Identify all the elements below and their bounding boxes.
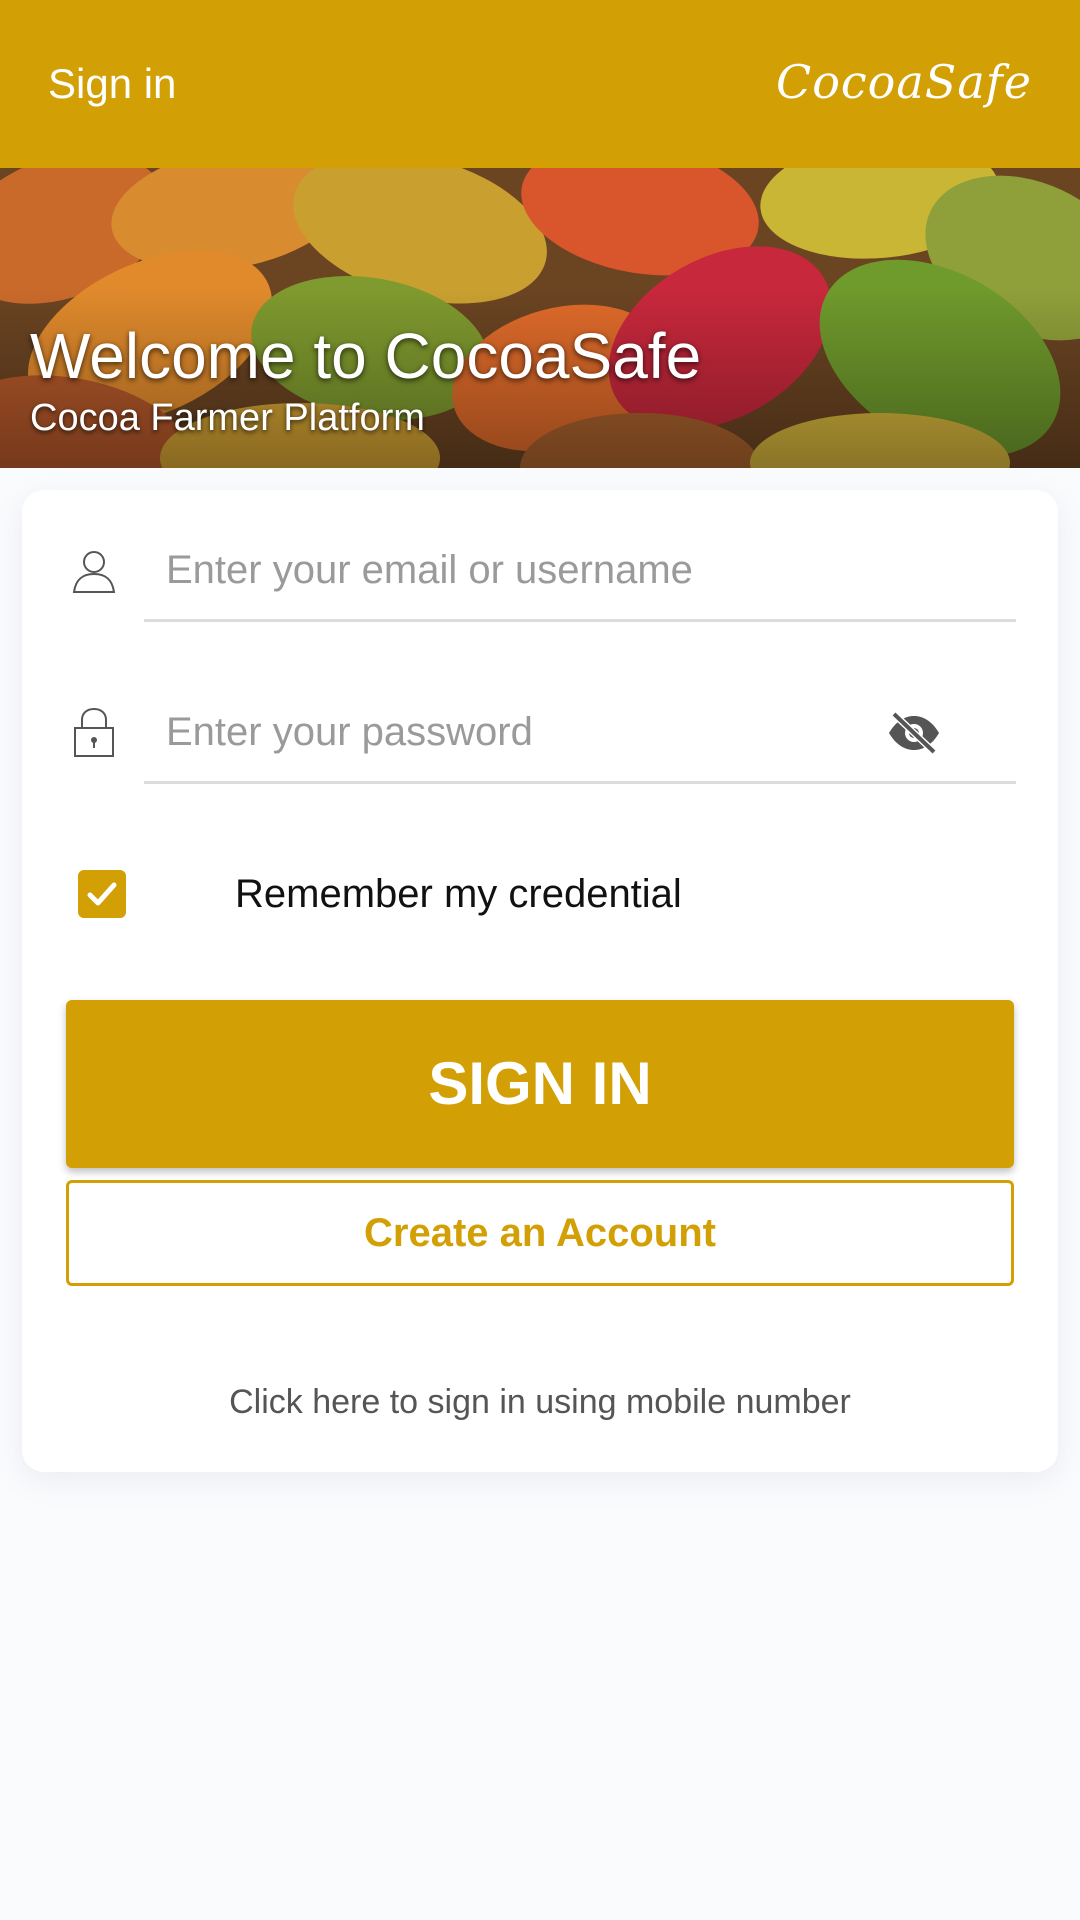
checkmark-icon — [87, 882, 117, 906]
login-card: Enter your email or username Enter your … — [22, 490, 1058, 1472]
sign-in-button[interactable]: SIGN IN — [66, 1000, 1014, 1168]
mobile-sign-in-link[interactable]: Click here to sign in using mobile numbe… — [22, 1380, 1058, 1424]
platform-subtitle: Cocoa Farmer Platform — [30, 397, 425, 439]
password-placeholder: Enter your password — [166, 710, 533, 754]
welcome-heading: Welcome to CocoaSafe — [30, 320, 702, 392]
username-placeholder: Enter your email or username — [166, 548, 693, 592]
app-bar: Sign in CocoaSafe — [0, 0, 1080, 168]
create-account-button[interactable]: Create an Account — [66, 1180, 1014, 1286]
remember-label[interactable]: Remember my credential — [235, 864, 682, 924]
brand-logo: CocoaSafe — [776, 55, 1032, 109]
page-title: Sign in — [48, 60, 177, 107]
remember-checkbox[interactable] — [78, 870, 126, 918]
password-field[interactable]: Enter your password — [144, 704, 1016, 784]
user-icon — [70, 546, 118, 598]
hero-banner: Welcome to CocoaSafe Cocoa Farmer Platfo… — [0, 168, 1080, 468]
username-field[interactable]: Enter your email or username — [144, 542, 1016, 622]
eye-off-icon[interactable] — [886, 710, 942, 756]
lock-icon — [70, 704, 118, 757]
